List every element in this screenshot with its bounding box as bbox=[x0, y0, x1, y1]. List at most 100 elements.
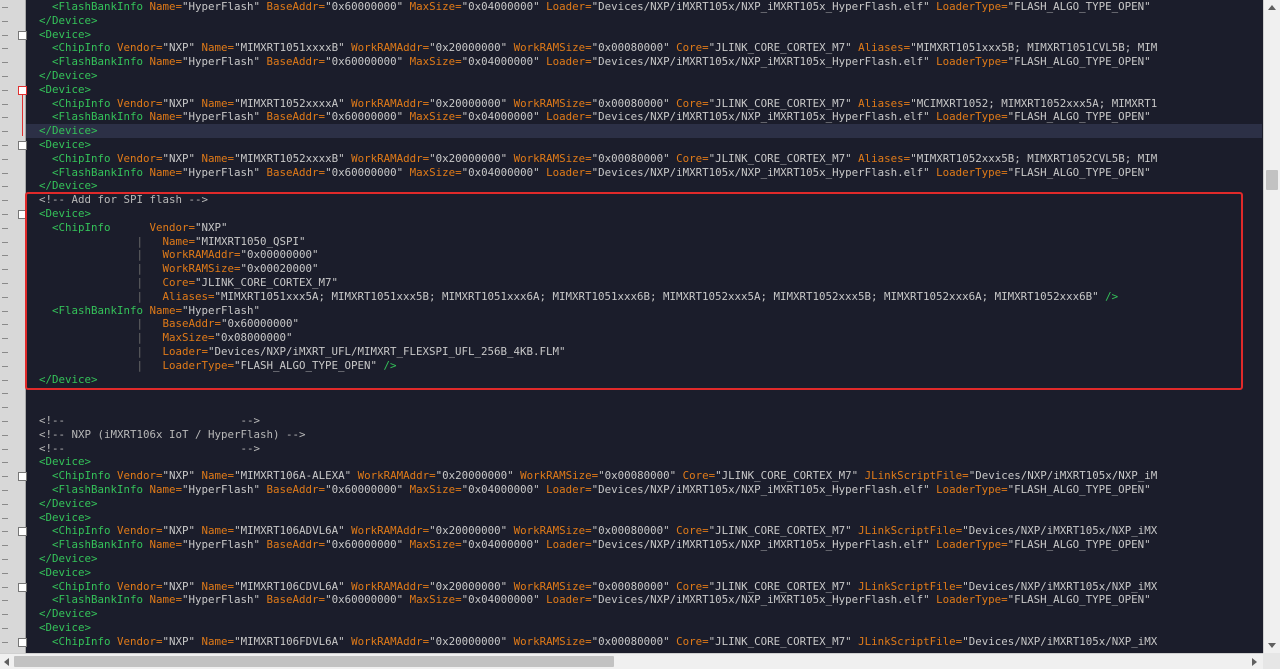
code-token: "Devices/NXP/iMXRT105x/NXP_iMXRT105x_Hyp… bbox=[591, 538, 937, 552]
code-token: WorkRAMAddr= bbox=[351, 96, 430, 110]
code-line[interactable]: <!-- NXP (iMXRT106x IoT / HyperFlash) --… bbox=[26, 428, 306, 442]
code-token: "JLINK_CORE_CORTEX_M7" bbox=[708, 96, 859, 110]
code-token: <Device> bbox=[26, 27, 92, 41]
code-token: BaseAddr= bbox=[266, 0, 326, 13]
code-token: <FlashBankInfo bbox=[26, 165, 150, 179]
code-line[interactable]: <FlashBankInfo Name="HyperFlash" BaseAdd… bbox=[26, 166, 1151, 180]
code-line[interactable]: </Device> bbox=[26, 607, 98, 621]
code-token: WorkRAMAddr= bbox=[351, 151, 430, 165]
code-line[interactable]: </Device> bbox=[26, 179, 98, 193]
code-line[interactable]: <ChipInfo Vendor="NXP" Name="MIMXRT106CD… bbox=[26, 580, 1157, 594]
gutter-tick bbox=[2, 517, 8, 519]
code-line[interactable]: | WorkRAMSize="0x00020000" bbox=[26, 262, 319, 276]
scrollbar-corner bbox=[1263, 653, 1280, 669]
code-token: | bbox=[26, 234, 163, 248]
code-token: | bbox=[26, 317, 163, 331]
code-line[interactable]: </Device> bbox=[26, 69, 98, 83]
code-line[interactable]: <!-- --> bbox=[26, 414, 260, 428]
code-token: Loader= bbox=[546, 110, 592, 124]
code-line[interactable]: <FlashBankInfo Name="HyperFlash" BaseAdd… bbox=[26, 55, 1151, 69]
code-token: "Devices/NXP/iMXRT105x/NXP_iM bbox=[968, 469, 1158, 483]
gutter-tick bbox=[2, 48, 8, 50]
code-line[interactable]: <ChipInfo Vendor="NXP" Name="MIMXRT1052x… bbox=[26, 152, 1157, 166]
code-token: WorkRAMSize= bbox=[513, 41, 592, 55]
code-token: BaseAddr= bbox=[266, 483, 326, 496]
code-token: "0x04000000" bbox=[461, 593, 547, 607]
vertical-scroll-thumb[interactable] bbox=[1266, 170, 1278, 190]
code-line[interactable]: </Device> bbox=[26, 373, 98, 387]
code-line[interactable]: </Device> bbox=[26, 552, 98, 566]
scroll-left-arrow-icon[interactable] bbox=[4, 658, 9, 666]
code-token: </Device> bbox=[26, 124, 98, 138]
code-token: "NXP" bbox=[162, 634, 202, 648]
code-token: "NXP" bbox=[162, 579, 202, 593]
code-line[interactable]: | LoaderType="FLASH_ALGO_TYPE_OPEN" /> bbox=[26, 359, 397, 373]
code-line[interactable]: <ChipInfo Vendor="NXP" Name="MIMXRT106FD… bbox=[26, 635, 1157, 649]
code-line[interactable]: <ChipInfo Vendor="NXP" Name="MIMXRT106AD… bbox=[26, 524, 1157, 538]
code-token: JLinkScriptFile= bbox=[858, 579, 963, 593]
code-line[interactable]: <!-- --> bbox=[26, 442, 260, 456]
code-line[interactable]: <ChipInfo Vendor="NXP" Name="MIMXRT1051x… bbox=[26, 41, 1157, 55]
code-line[interactable]: <FlashBankInfo Name="HyperFlash" BaseAdd… bbox=[26, 483, 1151, 497]
code-line[interactable]: <FlashBankInfo Name="HyperFlash" BaseAdd… bbox=[26, 110, 1151, 124]
code-line[interactable]: <Device> bbox=[26, 566, 91, 580]
code-line[interactable]: | Core="JLINK_CORE_CORTEX_M7" bbox=[26, 276, 339, 290]
code-line[interactable]: <Device> bbox=[26, 455, 91, 469]
code-token: WorkRAMAddr= bbox=[357, 469, 436, 483]
code-line[interactable]: <Device> bbox=[26, 511, 91, 525]
code-line[interactable]: <Device> bbox=[26, 207, 91, 221]
code-line[interactable]: | Name="MIMXRT1050_QSPI" bbox=[26, 235, 306, 249]
code-token: Core= bbox=[676, 524, 709, 538]
code-line[interactable]: </Device> bbox=[26, 14, 98, 28]
code-token: Aliases= bbox=[858, 151, 911, 165]
code-line[interactable]: | Loader="Devices/NXP/iMXRT_UFL/MIMXRT_F… bbox=[26, 345, 566, 359]
code-line[interactable]: | WorkRAMAddr="0x00000000" bbox=[26, 248, 319, 262]
gutter-tick bbox=[2, 407, 8, 409]
scroll-up-arrow-icon[interactable] bbox=[1268, 5, 1276, 10]
code-line[interactable]: <FlashBankInfo Name="HyperFlash" bbox=[26, 304, 260, 318]
gutter-tick bbox=[2, 117, 8, 119]
code-token: "FLASH_ALGO_TYPE_OPEN" bbox=[1007, 483, 1151, 496]
code-token: Loader= bbox=[162, 345, 209, 358]
code-line[interactable]: | BaseAddr="0x60000000" bbox=[26, 317, 300, 331]
code-editor[interactable]: <FlashBankInfo Name="HyperFlash" BaseAdd… bbox=[26, 0, 1262, 653]
code-line[interactable]: <Device> bbox=[26, 138, 91, 152]
code-token: Vendor= bbox=[117, 579, 163, 593]
gutter-tick bbox=[2, 476, 8, 478]
code-token: "Devices/NXP/iMXRT105x/NXP_iMXRT105x_Hyp… bbox=[591, 110, 937, 124]
code-line[interactable]: </Device> bbox=[26, 124, 1262, 139]
code-token: Name= bbox=[149, 483, 183, 496]
gutter-tick bbox=[2, 34, 8, 36]
code-line[interactable]: <FlashBankInfo Name="HyperFlash" BaseAdd… bbox=[26, 593, 1151, 607]
code-token: </Device> bbox=[26, 372, 98, 386]
code-token: <ChipInfo bbox=[26, 469, 118, 483]
code-line[interactable]: </Device> bbox=[26, 497, 98, 511]
gutter-tick bbox=[2, 227, 8, 229]
code-token: <Device> bbox=[26, 455, 92, 469]
code-line[interactable]: <ChipInfo Vendor="NXP" Name="MIMXRT106A-… bbox=[26, 469, 1157, 483]
scroll-right-arrow-icon[interactable] bbox=[1252, 658, 1257, 666]
code-token: LoaderType= bbox=[936, 165, 1008, 179]
code-line[interactable]: <ChipInfo Vendor="NXP" bbox=[26, 221, 228, 235]
vertical-scrollbar[interactable] bbox=[1263, 0, 1280, 653]
fold-range-line bbox=[22, 94, 23, 137]
code-line[interactable]: <Device> bbox=[26, 28, 91, 42]
code-line[interactable]: | Aliases="MIMXRT1051xxx5A; MIMXRT1051xx… bbox=[26, 290, 1119, 304]
horizontal-scrollbar[interactable] bbox=[0, 653, 1263, 669]
horizontal-scroll-thumb[interactable] bbox=[14, 656, 614, 667]
code-token: "0x00080000" bbox=[591, 634, 677, 648]
code-line[interactable]: | MaxSize="0x08000000" bbox=[26, 331, 293, 345]
code-line[interactable]: <!-- Add for SPI flash --> bbox=[26, 193, 208, 207]
code-token: "FLASH_ALGO_TYPE_OPEN" bbox=[234, 358, 384, 372]
scroll-down-arrow-icon[interactable] bbox=[1268, 643, 1276, 648]
code-line[interactable]: <Device> bbox=[26, 621, 91, 635]
code-line[interactable]: <FlashBankInfo Name="HyperFlash" BaseAdd… bbox=[26, 0, 1151, 14]
code-token: "HyperFlash" bbox=[182, 593, 267, 607]
code-line[interactable]: <ChipInfo Vendor="NXP" Name="MIMXRT1052x… bbox=[26, 97, 1157, 111]
code-line[interactable]: <Device> bbox=[26, 83, 91, 97]
gutter-tick bbox=[2, 503, 8, 505]
code-line[interactable]: <FlashBankInfo Name="HyperFlash" BaseAdd… bbox=[26, 538, 1151, 552]
code-token: MaxSize= bbox=[409, 55, 462, 69]
code-token: JLinkScriptFile= bbox=[858, 634, 963, 648]
code-token: "MIMXRT1052xxx5B; MIMXRT1052CVL5B; MIM bbox=[910, 151, 1158, 165]
